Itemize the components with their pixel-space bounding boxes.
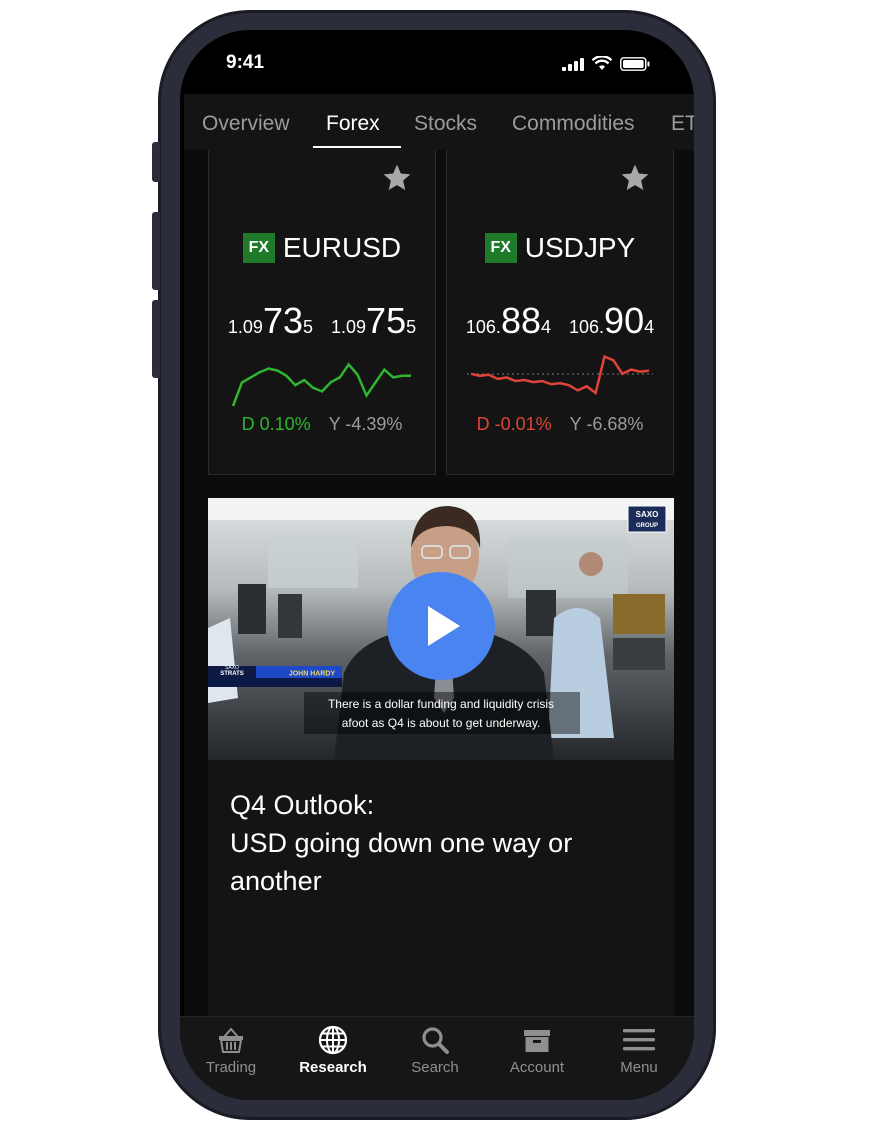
instrument-card-usdjpy[interactable]: FX USDJPY 106. 88 4 106. 90 4 D -0.01% Y -6.… [446,150,674,475]
article-headline[interactable]: Q4 Outlook: USD going down one way or an… [230,786,650,900]
video-caption-line1: There is a dollar funding and liquidity … [328,697,554,711]
favorite-star-icon[interactable] [381,162,413,194]
play-button-icon[interactable] [387,572,495,680]
wifi-icon [592,56,612,70]
globe-icon [318,1025,348,1055]
day-change: D 0.10% [241,414,311,434]
instrument-symbol: USDJPY [524,232,636,263]
sparkline-line [231,362,411,407]
bid-price-pips: 88 [500,300,541,341]
article-card[interactable]: Q4 Outlook: USD going down one way or an… [208,760,674,1016]
headline-line-1: Q4 Outlook: [230,790,375,820]
video-player[interactable]: SAXO STRATS JOHN HARDY There is a dollar… [208,498,674,760]
bid-price[interactable]: 1.09 73 5 [228,300,313,342]
bid-price-fraction: 5 [302,317,313,337]
bid-price-pips: 73 [262,300,303,341]
status-bar: 9:41 [180,30,694,94]
tab-overview[interactable]: Overview [202,112,290,136]
sparkline-line [470,354,650,396]
tab-commodities[interactable]: Commodities [512,112,635,136]
research-content: FX EURUSD 1.09 73 5 1.09 75 5 D 0.10% Y -4.3… [184,150,694,1016]
bottom-navigation: Trading Research Search Account Menu [180,1016,694,1100]
nav-research[interactable]: Research [288,1025,378,1076]
price-quotes: 106. 88 4 106. 90 4 [447,300,673,342]
price-quotes: 1.09 73 5 1.09 75 5 [209,300,435,342]
ask-price[interactable]: 1.09 75 5 [331,300,416,342]
nav-account-label: Account [509,1059,565,1076]
nav-research-label: Research [299,1059,367,1076]
ask-price-pips: 75 [366,300,407,341]
nav-menu[interactable]: Menu [594,1025,684,1076]
mute-switch [152,142,160,182]
ask-price-fraction: 4 [644,317,655,337]
status-time: 9:41 [226,52,265,73]
ask-price-prefix: 106. [569,317,605,337]
headline-line-2: USD going down one way or [230,828,573,858]
year-change: Y -4.39% [328,414,403,434]
nav-account[interactable]: Account [492,1025,582,1076]
bid-price-prefix: 106. [465,317,501,337]
search-icon [422,1027,449,1054]
nav-search[interactable]: Search [390,1025,480,1076]
account-box-icon [524,1030,550,1052]
bid-price-prefix: 1.09 [227,317,263,337]
instrument-header: FX USDJPY [447,232,673,264]
presenter-name: JOHN HARDY [289,671,336,678]
tab-etfs[interactable]: ET [671,112,694,136]
video-thumbnail: SAXO STRATS JOHN HARDY There is a dollar… [208,498,674,760]
saxo-logo-text: SAXO [636,510,659,519]
sparkline-chart [467,354,653,396]
ask-price[interactable]: 106. 90 4 [569,300,654,342]
sparkline-chart [231,362,411,407]
active-tab-indicator [313,146,401,148]
market-tabs: Overview Forex Stocks Commodities ET [184,94,694,151]
change-row: D 0.10% Y -4.39% [209,414,435,435]
nav-menu-label: Menu [620,1059,658,1076]
tab-stocks[interactable]: Stocks [414,112,477,136]
ask-price-prefix: 1.09 [331,317,367,337]
fx-badge: FX [484,233,517,263]
saxo-logo-subtext: GROUP [636,523,658,529]
phone-screen: 9:41 Overview Forex Stocks Commodities E… [180,30,694,1100]
ask-price-pips: 90 [604,300,645,341]
ask-price-fraction: 5 [406,317,417,337]
instrument-card-eurusd[interactable]: FX EURUSD 1.09 73 5 1.09 75 5 D 0.10% Y -4.3… [208,150,436,475]
battery-icon [620,57,650,71]
bid-price-fraction: 4 [540,317,551,337]
tab-forex[interactable]: Forex [326,112,380,136]
nav-trading[interactable]: Trading [186,1025,276,1076]
instrument-header: FX EURUSD [209,232,435,264]
signal-icon [562,58,584,71]
year-change: Y -6.68% [569,414,644,434]
nav-trading-label: Trading [205,1059,257,1076]
day-change: D -0.01% [476,414,552,434]
menu-icon [623,1029,655,1051]
fx-badge: FX [242,233,275,263]
headline-line-3: another [230,866,322,896]
bid-price[interactable]: 106. 88 4 [466,300,551,342]
volume-down-button [152,300,160,378]
volume-up-button [152,212,160,290]
instrument-symbol: EURUSD [282,232,402,263]
change-row: D -0.01% Y -6.68% [447,414,673,435]
favorite-star-icon[interactable] [619,162,651,194]
lower-third-brand: STRATS [220,671,244,677]
status-icons [562,56,650,71]
nav-search-label: Search [411,1059,459,1076]
video-caption-line2: afoot as Q4 is about to get underway. [342,716,541,730]
basket-icon [219,1027,243,1053]
